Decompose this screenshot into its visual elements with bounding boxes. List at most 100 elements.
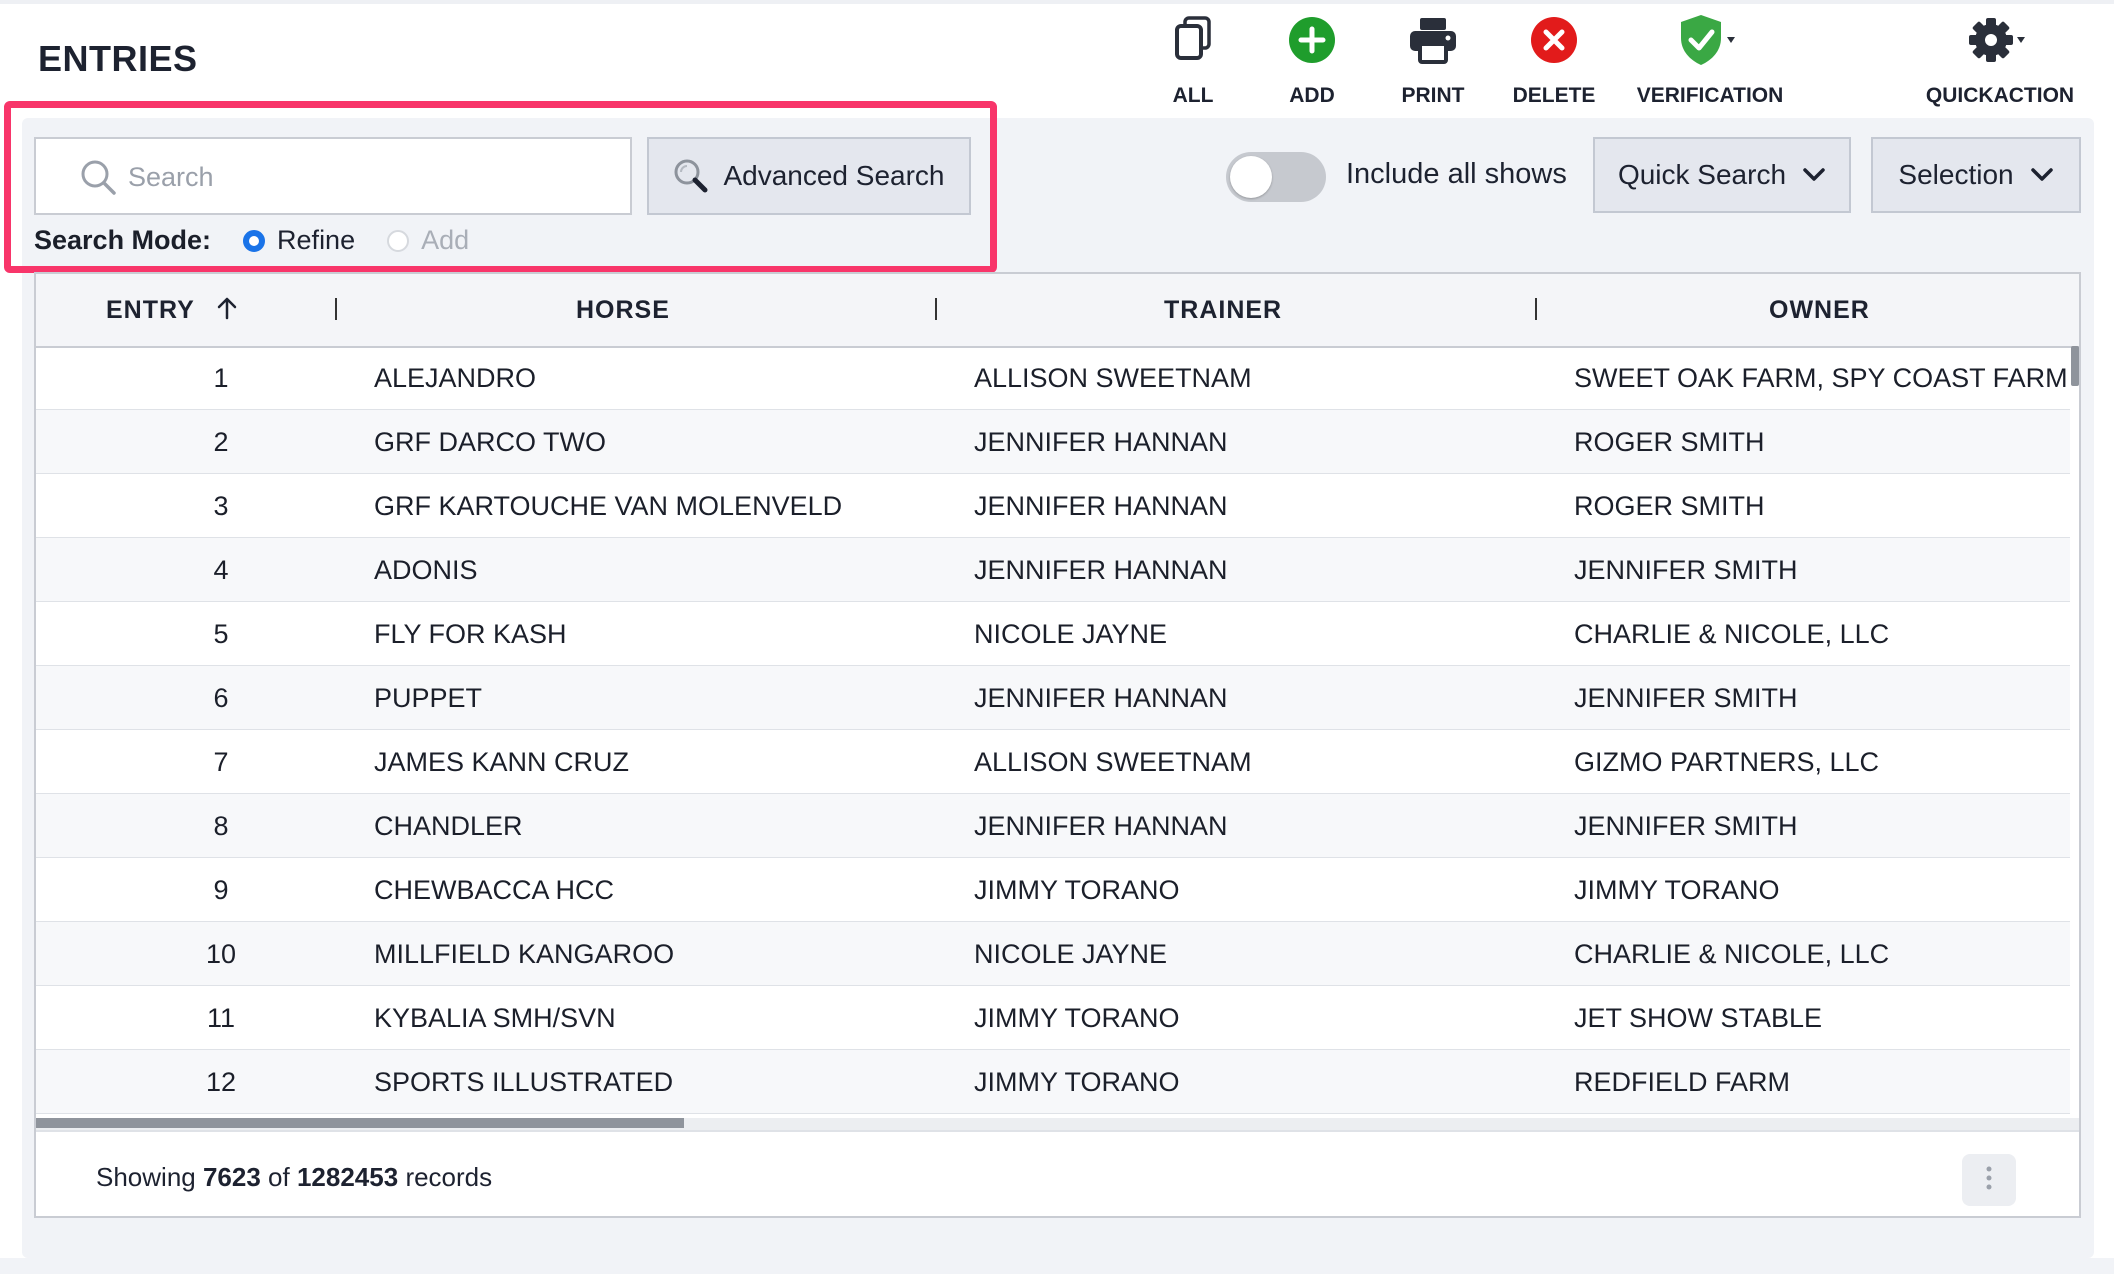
search-icon — [80, 159, 118, 202]
verification-label: VERIFICATION — [1636, 84, 1784, 107]
column-header-entry[interactable]: ENTRY — [106, 296, 238, 327]
cell-entry: 2 — [213, 427, 229, 457]
table-header: ENTRY HORSE TRAINER OWNER — [36, 274, 2079, 348]
column-resize-handle[interactable] — [335, 298, 337, 320]
cell-owner: JENNIFER SMITH — [1574, 683, 1798, 713]
top-divider — [0, 0, 2114, 4]
bottom-strip — [0, 1258, 2114, 1274]
table-row[interactable]: 8 CHANDLER JENNIFER HANNAN JENNIFER SMITH — [36, 794, 2070, 858]
quickaction-button[interactable]: QUICKACTION — [1910, 12, 2090, 108]
chevron-down-icon — [1802, 167, 1826, 183]
more-options-button[interactable] — [1962, 1154, 2016, 1206]
cell-owner: GIZMO PARTNERS, LLC — [1574, 747, 1880, 777]
cell-trainer: JENNIFER HANNAN — [974, 811, 1228, 841]
page-title: ENTRIES — [38, 38, 198, 79]
quick-search-label: Quick Search — [1617, 159, 1787, 190]
table-row[interactable]: 1 ALEJANDRO ALLISON SWEETNAM SWEET OAK FARM… — [36, 346, 2070, 410]
cell-entry: 3 — [213, 491, 229, 521]
cell-entry: 9 — [213, 875, 229, 905]
selection-label: Selection — [1898, 159, 2014, 190]
horizontal-scrollbar-thumb[interactable] — [36, 1118, 684, 1128]
refine-radio[interactable] — [243, 229, 266, 252]
cell-owner: CHARLIE & NICOLE, LLC — [1574, 939, 1890, 969]
cell-owner: CHARLIE & NICOLE, LLC — [1574, 619, 1890, 649]
cell-horse: JAMES KANN CRUZ — [374, 747, 630, 777]
cell-entry: 6 — [213, 683, 229, 713]
cell-owner: REDFIELD FARM — [1574, 1067, 1791, 1097]
cell-trainer: ALLISON SWEETNAM — [974, 363, 1252, 393]
cell-trainer: NICOLE JAYNE — [974, 939, 1168, 969]
cell-owner: ROGER SMITH — [1574, 427, 1765, 457]
search-placeholder: Search — [128, 162, 214, 192]
cell-entry: 10 — [205, 939, 237, 969]
cell-horse: MILLFIELD KANGAROO — [374, 939, 675, 969]
cell-horse: FLY FOR KASH — [374, 619, 567, 649]
cell-horse: CHEWBACCA HCC — [374, 875, 615, 905]
cell-trainer: JIMMY TORANO — [974, 875, 1180, 905]
cell-entry: 8 — [213, 811, 229, 841]
column-header-trainer[interactable]: TRAINER — [1164, 296, 1282, 325]
table-row[interactable]: 12 SPORTS ILLUSTRATED JIMMY TORANO REDFIELD… — [36, 1050, 2070, 1114]
table-row[interactable]: 5 FLY FOR KASH NICOLE JAYNE CHARLIE & NICOL… — [36, 602, 2070, 666]
chevron-down-icon — [2030, 167, 2054, 183]
cell-entry: 5 — [213, 619, 229, 649]
table-row[interactable]: 6 PUPPET JENNIFER HANNAN JENNIFER SMITH — [36, 666, 2070, 730]
cell-trainer: JENNIFER HANNAN — [974, 491, 1228, 521]
gear-icon — [1967, 15, 2033, 71]
table-row[interactable]: 10 MILLFIELD KANGAROO NICOLE JAYNE CHARLIE … — [36, 922, 2070, 986]
delete-label: DELETE — [1512, 84, 1596, 107]
search-mode-label: Search Mode: — [34, 225, 212, 255]
column-resize-handle[interactable] — [1535, 298, 1537, 320]
entries-table: ENTRY HORSE TRAINER OWNER 1 ALEJANDRO ALLI… — [34, 272, 2081, 1218]
include-all-shows-toggle[interactable] — [1226, 152, 1326, 202]
table-row[interactable]: 9 CHEWBACCA HCC JIMMY TORANO JIMMY TORANO — [36, 858, 2070, 922]
plus-circle-icon — [1287, 15, 1337, 71]
include-all-shows-label: Include all shows — [1346, 158, 1567, 190]
cell-horse: ALEJANDRO — [374, 363, 537, 393]
cell-horse: CHANDLER — [374, 811, 523, 841]
vertical-scrollbar[interactable] — [2071, 346, 2079, 386]
table-footer: Showing 7623 of 1282453 records — [36, 1130, 2079, 1216]
table-row[interactable]: 11 KYBALIA SMH/SVN JIMMY TORANO JET SHOW ST… — [36, 986, 2070, 1050]
copy-icon — [1171, 15, 1215, 71]
sort-ascending-icon — [216, 296, 238, 327]
cell-owner: JIMMY TORANO — [1574, 875, 1780, 905]
cell-horse: SPORTS ILLUSTRATED — [374, 1067, 674, 1097]
shield-check-icon — [1677, 13, 1743, 73]
table-row[interactable]: 3 GRF KARTOUCHE VAN MOLENVELD JENNIFER HAN… — [36, 474, 2070, 538]
cell-horse: GRF KARTOUCHE VAN MOLENVELD — [374, 491, 843, 521]
advanced-search-icon — [673, 158, 709, 194]
cell-trainer: JENNIFER HANNAN — [974, 555, 1228, 585]
cell-horse: PUPPET — [374, 683, 483, 713]
selection-dropdown[interactable]: Selection — [1871, 137, 2081, 213]
table-row[interactable]: 7 JAMES KANN CRUZ ALLISON SWEETNAM GIZMO PA… — [36, 730, 2070, 794]
cell-entry: 1 — [213, 363, 229, 393]
cell-trainer: JENNIFER HANNAN — [974, 427, 1228, 457]
verification-button[interactable]: VERIFICATION — [1620, 12, 1800, 108]
table-row[interactable]: 4 ADONIS JENNIFER HANNAN JENNIFER SMITH — [36, 538, 2070, 602]
delete-button[interactable]: DELETE — [1469, 12, 1639, 108]
cell-entry: 7 — [213, 747, 229, 777]
cell-entry: 12 — [205, 1067, 237, 1097]
column-resize-handle[interactable] — [935, 298, 937, 320]
quick-search-dropdown[interactable]: Quick Search — [1593, 137, 1851, 213]
cell-owner: JET SHOW STABLE — [1574, 1003, 1823, 1033]
cell-horse: ADONIS — [374, 555, 478, 585]
toggle-knob — [1230, 156, 1272, 198]
printer-icon — [1407, 15, 1459, 71]
quickaction-label: QUICKACTION — [1925, 84, 2075, 107]
cell-owner: JENNIFER SMITH — [1574, 555, 1798, 585]
advanced-search-button[interactable]: Advanced Search — [647, 137, 971, 215]
search-input[interactable]: Search — [34, 137, 632, 215]
search-mode: Search Mode: Refine Add — [34, 225, 469, 256]
cell-owner: SWEET OAK FARM, SPY COAST FARM — [1574, 363, 2068, 393]
cell-horse: GRF DARCO TWO — [374, 427, 606, 457]
cell-entry: 4 — [213, 555, 229, 585]
cell-owner: ROGER SMITH — [1574, 491, 1765, 521]
add-radio — [387, 229, 410, 252]
column-header-horse[interactable]: HORSE — [576, 296, 670, 325]
column-header-owner[interactable]: OWNER — [1769, 296, 1870, 325]
table-row[interactable]: 2 GRF DARCO TWO JENNIFER HANNAN ROGER SMITH — [36, 410, 2070, 474]
add-mode-label: Add — [421, 225, 470, 255]
cell-trainer: JIMMY TORANO — [974, 1003, 1180, 1033]
